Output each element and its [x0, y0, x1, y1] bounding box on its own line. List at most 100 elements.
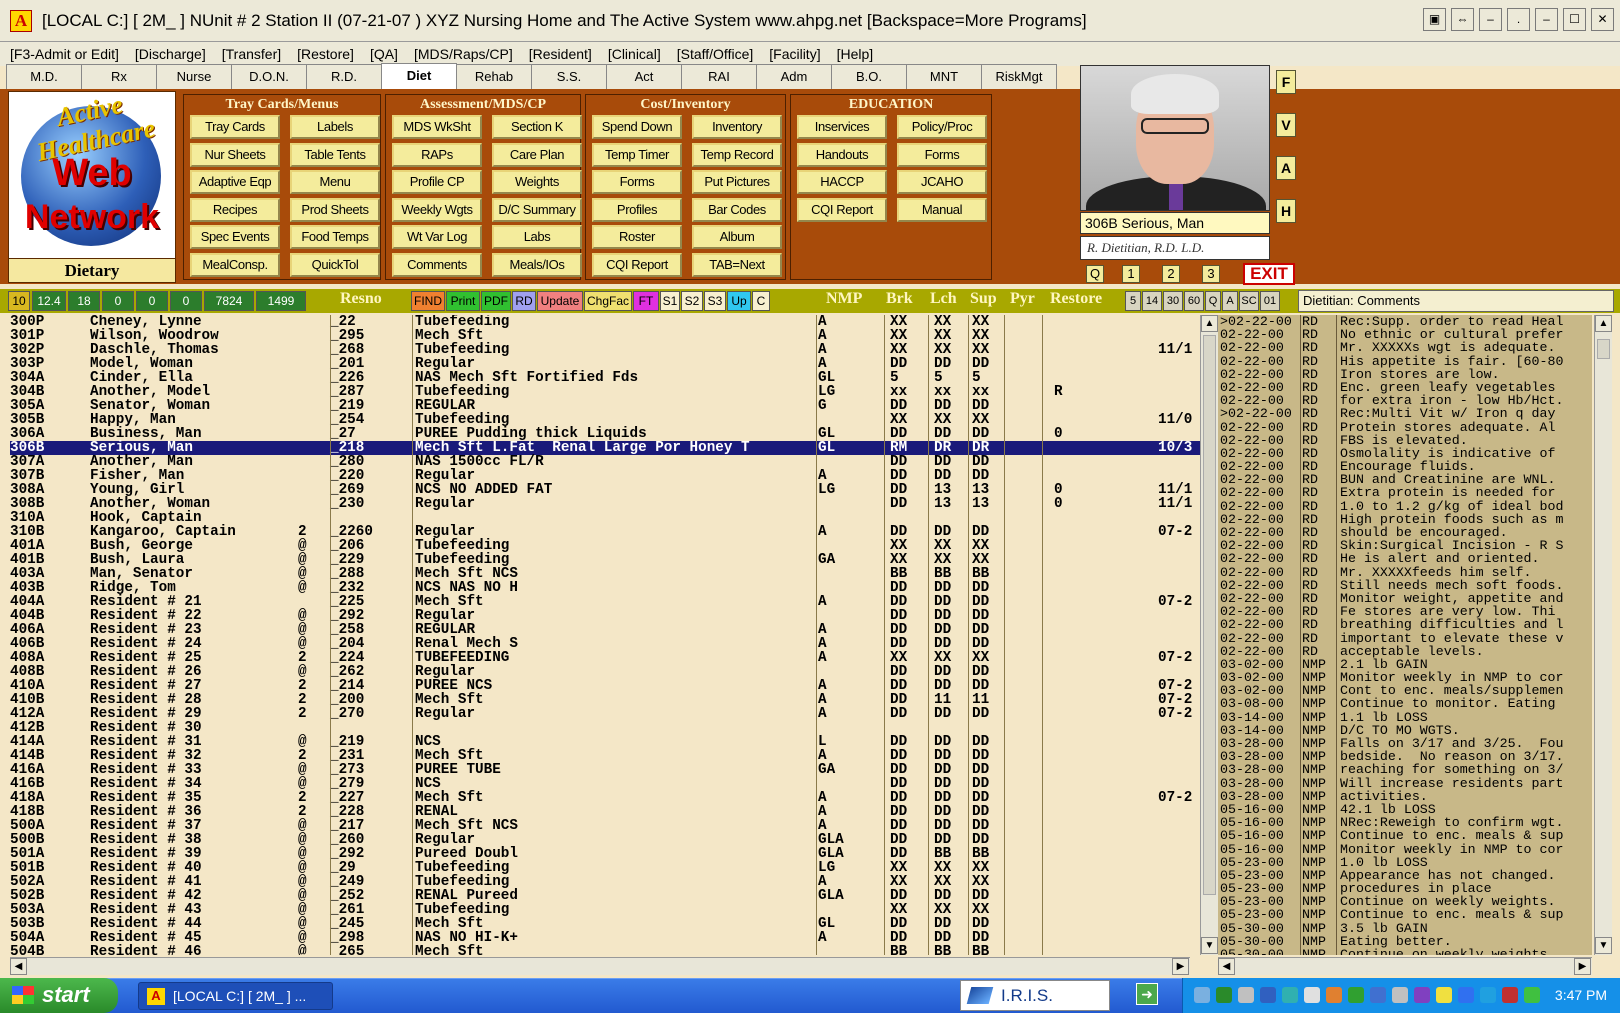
forms-button[interactable]: Forms: [897, 142, 987, 167]
tab-rd[interactable]: R.D.: [306, 64, 382, 89]
tray-icon[interactable]: [1238, 987, 1254, 1003]
comment-row[interactable]: 05-16-00 NMP Monitor weekly in NMP to cor: [1218, 842, 1592, 856]
toolbar-c-button[interactable]: C: [752, 291, 770, 311]
table-row[interactable]: 403B Ridge, Tom @ _232 NCS NAS NO H DD DD DD: [10, 581, 1200, 595]
taskbar-item-app[interactable]: A [LOCAL C:] [ 2M_ ] ...: [138, 982, 333, 1010]
toolbar-rd-button[interactable]: RD: [512, 291, 536, 311]
table-row[interactable]: 504B Resident # 46 @ _265 Mech Sft BB BB BB: [10, 945, 1200, 955]
resident-list[interactable]: 300P Cheney, Lynne _22 Tubefeeding A XX XX XX 30…: [10, 315, 1200, 955]
table-row[interactable]: 412A Resident # 29 2 _270 Regular A DD DD DD 07-2: [10, 707, 1200, 721]
table-row[interactable]: 307A Another, Man _280 NAS 1500cc FL/R DD DD D…: [10, 455, 1200, 469]
scroll-thumb[interactable]: [1203, 335, 1216, 895]
comment-row[interactable]: 02-22-00 RD acceptable levels.: [1218, 644, 1592, 658]
comment-row[interactable]: 03-28-00 NMP reaching for something on 3/: [1218, 763, 1592, 777]
table-row[interactable]: 310B Kangaroo, Captain 2 _2260 Regular A DD DD D…: [10, 525, 1200, 539]
nur-sheets-button[interactable]: Nur Sheets: [190, 142, 280, 167]
table-row[interactable]: 406B Resident # 24 @ _204 Renal Mech S A DD DD D…: [10, 637, 1200, 651]
scroll-down-icon[interactable]: ▼: [1201, 937, 1218, 954]
profiles-button[interactable]: Profiles: [592, 197, 682, 222]
toolbar-chgfac-button[interactable]: ChgFac: [584, 291, 632, 311]
tab-rai[interactable]: RAI: [681, 64, 757, 89]
table-row[interactable]: 310A Hook, Captain: [10, 511, 1200, 525]
prod-sheets-button[interactable]: Prod Sheets: [290, 197, 380, 222]
temp-record-button[interactable]: Temp Record: [692, 142, 782, 167]
comment-row[interactable]: 02-22-00 RD breathing difficulties and l: [1218, 618, 1592, 632]
comment-row[interactable]: 02-22-00 RD Mr. XXXXXfeeds him self.: [1218, 565, 1592, 579]
comment-row[interactable]: 02-22-00 RD Still needs mech soft foods.: [1218, 578, 1592, 592]
table-row[interactable]: 308A Young, Girl _269 NCS NO ADDED FAT LG DD 1…: [10, 483, 1200, 497]
tray-icon[interactable]: [1392, 987, 1408, 1003]
bar-codes-button[interactable]: Bar Codes: [692, 197, 782, 222]
table-row[interactable]: 406A Resident # 23 @ _258 REGULAR A DD DD DD: [10, 623, 1200, 637]
start-button[interactable]: start: [0, 978, 118, 1013]
tab-diet[interactable]: Diet: [381, 63, 457, 90]
menu-item[interactable]: [Staff/Office]: [677, 46, 754, 62]
table-row[interactable]: 308B Another, Woman _230 Regular DD 13 13 0 11/1: [10, 497, 1200, 511]
table-row[interactable]: 306A Business, Man _27 PUREE Pudding thick …: [10, 427, 1200, 441]
tray-icon[interactable]: [1502, 987, 1518, 1003]
iris-toolbar[interactable]: I.R.I.S.: [960, 980, 1110, 1011]
cqi-report-button[interactable]: CQI Report: [592, 252, 682, 277]
comment-row[interactable]: 02-22-00 RD He is alert and oriented.: [1218, 552, 1592, 566]
table-row[interactable]: 503B Resident # 44 @ _245 Mech Sft GL DD DD DD: [10, 917, 1200, 931]
table-row[interactable]: 503A Resident # 43 @ _261 Tubefeeding XX XX XX: [10, 903, 1200, 917]
toolbar-find-button[interactable]: FIND: [411, 291, 445, 311]
quick-button-3[interactable]: 3: [1202, 265, 1220, 283]
weights-button[interactable]: Weights: [492, 170, 582, 194]
album-button[interactable]: Album: [692, 225, 782, 249]
table-row[interactable]: 404B Resident # 22 @ _292 Regular DD DD DD: [10, 609, 1200, 623]
table-row[interactable]: 401A Bush, George @ _206 Tubefeeding XX XX XX: [10, 539, 1200, 553]
mealconsp--button[interactable]: MealConsp.: [190, 252, 280, 277]
comments-button[interactable]: Comments: [392, 252, 482, 277]
toolbar-pdf-button[interactable]: PDF: [481, 291, 511, 311]
spend-down-button[interactable]: Spend Down: [592, 115, 682, 139]
table-row[interactable]: 305B Happy, Man _254 Tubefeeding XX XX XX 11/0: [10, 413, 1200, 427]
comment-row[interactable]: 02-22-00 RD Protein stores adequate. Al: [1218, 420, 1592, 434]
comments-scroll-down-icon[interactable]: ▼: [1595, 937, 1612, 954]
comments-vertical-scrollbar[interactable]: ▲ ▼: [1594, 315, 1612, 955]
comment-row[interactable]: 02-22-00 RD Iron stores are low.: [1218, 367, 1592, 381]
comment-row[interactable]: 05-30-00 NMP 3.5 lb GAIN: [1218, 921, 1592, 935]
side-button-h[interactable]: H: [1276, 199, 1296, 223]
table-row[interactable]: 500B Resident # 38 @ _260 Regular GLA DD DD DD: [10, 833, 1200, 847]
tray-icon[interactable]: [1348, 987, 1364, 1003]
filter-a-button[interactable]: A: [1222, 291, 1238, 311]
tray-icon[interactable]: [1524, 987, 1540, 1003]
haccp-button[interactable]: HACCP: [797, 170, 887, 194]
inservices-button[interactable]: Inservices: [797, 115, 887, 139]
table-tents-button[interactable]: Table Tents: [290, 142, 380, 167]
spec-events-button[interactable]: Spec Events: [190, 225, 280, 249]
comment-row[interactable]: 02-22-00 RD FBS is elevated.: [1218, 433, 1592, 447]
table-row[interactable]: 304B Another, Model _287 Tubefeeding LG xx xx x…: [10, 385, 1200, 399]
comments-scroll-thumb[interactable]: [1597, 339, 1610, 359]
side-button-v[interactable]: V: [1276, 113, 1296, 137]
tab-ss[interactable]: S.S.: [531, 64, 607, 89]
quick-button-2[interactable]: 2: [1162, 265, 1180, 283]
temp-timer-button[interactable]: Temp Timer: [592, 142, 682, 167]
tab-act[interactable]: Act: [606, 64, 682, 89]
table-row[interactable]: 305A Senator, Woman _219 REGULAR G DD DD DD: [10, 399, 1200, 413]
wt-var-log-button[interactable]: Wt Var Log: [392, 225, 482, 249]
toolbar-s1-button[interactable]: S1: [660, 291, 680, 311]
table-row[interactable]: 418A Resident # 35 2 _227 Mech Sft A DD DD DD 07-…: [10, 791, 1200, 805]
menu-item[interactable]: [Clinical]: [608, 46, 661, 62]
menu-button[interactable]: Menu: [290, 170, 380, 194]
mds-wksht-button[interactable]: MDS WkSht: [392, 115, 482, 139]
table-row[interactable]: 301P Wilson, Woodrow _295 Mech Sft A XX XX XX: [10, 329, 1200, 343]
comment-row[interactable]: 05-23-00 NMP 1.0 lb LOSS: [1218, 855, 1592, 869]
scroll-right-icon[interactable]: ▶: [1172, 958, 1189, 975]
table-row[interactable]: 418B Resident # 36 2 _228 RENAL A DD DD DD: [10, 805, 1200, 819]
list-vertical-scrollbar[interactable]: ▲ ▼: [1200, 315, 1218, 955]
comment-row[interactable]: 03-14-00 NMP 1.1 lb LOSS: [1218, 710, 1592, 724]
list-horizontal-scrollbar[interactable]: ◀ ▶: [10, 957, 1190, 975]
filter-14-button[interactable]: 14: [1142, 291, 1162, 311]
tab-riskmgt[interactable]: RiskMgt: [981, 64, 1057, 89]
toolbar-s2-button[interactable]: S2: [681, 291, 703, 311]
meals-ios-button[interactable]: Meals/IOs: [492, 252, 582, 277]
table-row[interactable]: 416B Resident # 34 @ _279 NCS DD DD DD: [10, 777, 1200, 791]
menu-item[interactable]: [MDS/Raps/CP]: [414, 46, 513, 62]
tray-icon[interactable]: [1194, 987, 1210, 1003]
table-row[interactable]: 502B Resident # 42 @ _252 RENAL Pureed GLA DD D…: [10, 889, 1200, 903]
recipes-button[interactable]: Recipes: [190, 197, 280, 222]
filter-q-button[interactable]: Q: [1205, 291, 1221, 311]
